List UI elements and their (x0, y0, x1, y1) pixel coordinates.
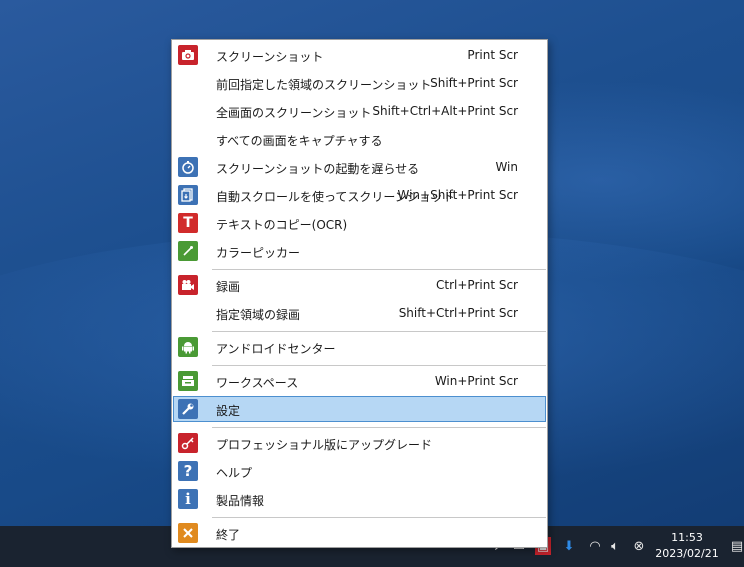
menu-item-label: テキストのコピー(OCR) (216, 218, 348, 232)
menu-item-label: アンドロイドセンター (216, 342, 336, 356)
menu-item-shortcut: Win+Shift+Print Scr (397, 188, 519, 202)
workspace-icon (178, 371, 198, 391)
menu-item-label: スクリーンショットの起動を遅らせる (216, 162, 420, 176)
menu-item-shortcut: Win (495, 160, 518, 174)
key-icon (178, 433, 198, 453)
menu-item-label: 録画 (216, 280, 241, 294)
info-icon: i (178, 489, 198, 509)
menu-item-shortcut: Shift+Print Scr (430, 76, 518, 90)
menu-separator (212, 427, 546, 428)
menu-item-label: ワークスペース (216, 376, 299, 390)
eyedropper-icon (178, 241, 198, 261)
disconnected-icon[interactable]: ⊗ (630, 536, 648, 556)
menu-item-label: 製品情報 (216, 494, 265, 508)
menu-item-shortcut: Ctrl+Print Scr (436, 278, 518, 292)
menu-item-shortcut: Print Scr (467, 48, 518, 62)
stopwatch-icon (178, 157, 198, 177)
menu-item-exit[interactable]: 終了 (172, 519, 547, 547)
help-icon: ? (178, 461, 198, 481)
download-icon[interactable]: ⬇ (560, 536, 578, 556)
menu-item-screenshot[interactable]: スクリーンショット Print Scr (172, 41, 547, 69)
wifi-icon[interactable]: ◠ (586, 536, 604, 556)
scroll-capture-icon (178, 185, 198, 205)
close-icon (178, 523, 198, 543)
menu-item-copy-text-ocr[interactable]: T テキストのコピー(OCR) (172, 209, 547, 237)
menu-separator (212, 517, 546, 518)
menu-item-label: ヘルプ (216, 466, 253, 480)
menu-item-label: 前回指定した領域のスクリーンショット (216, 78, 432, 92)
menu-item-label: 設定 (216, 404, 241, 418)
tray-context-menu: スクリーンショット Print Scr 前回指定した領域のスクリーンショット S… (171, 39, 548, 548)
menu-item-workspace[interactable]: ワークスペース Win+Print Scr (172, 367, 547, 395)
menu-item-label: カラーピッカー (216, 246, 301, 260)
menu-item-color-picker[interactable]: カラーピッカー (172, 237, 547, 265)
clock-date: 2023/02/21 (655, 547, 719, 560)
menu-item-scrolling-screenshot[interactable]: 自動スクロールを使ってスクリーンショット Win+Shift+Print Scr (172, 181, 547, 209)
taskbar-clock[interactable]: 11:53 2023/02/21 (650, 530, 724, 562)
menu-item-shortcut: Win+Print Scr (434, 374, 518, 388)
notification-icon[interactable]: ▤ (728, 536, 744, 556)
menu-item-label: 指定領域の録画 (216, 308, 301, 322)
menu-item-capture-all-screens[interactable]: すべての画面をキャプチャする (172, 125, 547, 153)
menu-item-upgrade-pro[interactable]: プロフェッショナル版にアップグレード (172, 429, 547, 457)
menu-item-record-region[interactable]: 指定領域の録画 Shift+Ctrl+Print Scr (172, 299, 547, 327)
menu-item-fullscreen-screenshot[interactable]: 全画面のスクリーンショット Shift+Ctrl+Alt+Print Scr (172, 97, 547, 125)
clock-time: 11:53 (671, 531, 703, 544)
menu-item-android-center[interactable]: アンドロイドセンター (172, 333, 547, 361)
menu-item-settings[interactable]: 設定 (172, 395, 547, 423)
menu-item-shortcut: Shift+Ctrl+Alt+Print Scr (372, 104, 518, 118)
wrench-icon (178, 399, 198, 419)
volume-icon[interactable]: 🔈︎ (606, 536, 624, 556)
menu-separator (212, 269, 546, 270)
text-t-icon: T (178, 213, 198, 233)
menu-item-product-info[interactable]: i 製品情報 (172, 485, 547, 513)
android-icon (178, 337, 198, 357)
menu-item-record[interactable]: 録画 Ctrl+Print Scr (172, 271, 547, 299)
camera-icon (178, 45, 198, 65)
menu-item-label: 全画面のスクリーンショット (216, 106, 372, 120)
menu-item-help[interactable]: ? ヘルプ (172, 457, 547, 485)
video-camera-icon (178, 275, 198, 295)
menu-item-last-region-screenshot[interactable]: 前回指定した領域のスクリーンショット Shift+Print Scr (172, 69, 547, 97)
menu-separator (212, 365, 546, 366)
menu-item-label: 終了 (216, 528, 241, 542)
menu-item-label: すべての画面をキャプチャする (216, 134, 383, 148)
menu-item-label: プロフェッショナル版にアップグレード (216, 438, 433, 452)
menu-item-shortcut: Shift+Ctrl+Print Scr (398, 306, 518, 320)
menu-item-label: スクリーンショット (216, 50, 324, 64)
menu-item-delayed-screenshot[interactable]: スクリーンショットの起動を遅らせる Win (172, 153, 547, 181)
menu-separator (212, 331, 546, 332)
